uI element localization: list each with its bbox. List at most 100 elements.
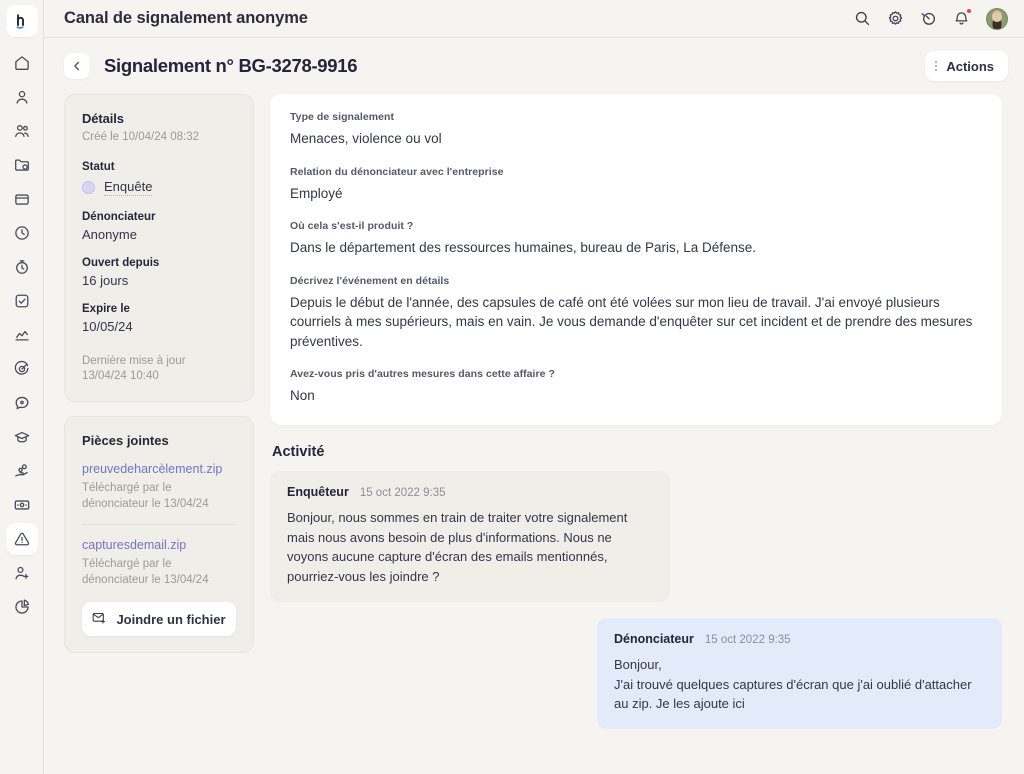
sidebar-item-home[interactable] [6,47,38,79]
detail-field-value: Anonyme [82,226,137,242]
report-field-value: Non [290,388,315,404]
sidebar-item-pie-chart[interactable] [6,591,38,623]
details-panel: Détails Créé le 10/04/24 08:32 Statut En… [64,94,254,402]
message-text: Bonjour, nous sommes en train de traiter… [287,509,628,585]
avatar[interactable] [986,7,1008,30]
sidebar-item-folder[interactable] [6,149,38,181]
details-column: Détails Créé le 10/04/24 08:32 Statut En… [64,94,254,654]
chart-line-icon [13,326,31,344]
sidebar-item-alert-triangle[interactable] [5,523,38,555]
sidebar-item-hand-coins[interactable] [6,455,38,487]
attachment-item: capturesdemail.zip Téléchargé par le dén… [82,523,236,600]
stopwatch-icon [13,258,31,276]
attach-file-button[interactable]: Joindre un fichier [82,602,236,637]
detail-field: Ouvert depuis 16 jours [82,257,236,288]
workspace-title: Canal de signalement anonyme [64,9,308,27]
sidebar-item-user-plus[interactable] [6,557,38,589]
sidebar-item-chart-line[interactable] [6,319,38,351]
hand-coins-icon [13,462,31,480]
report-field: Type de signalement Menaces, violence ou… [290,111,982,149]
back-button[interactable] [64,53,90,79]
details-created: Créé le 10/04/24 08:32 [82,131,200,143]
bell-icon[interactable] [953,8,972,27]
sidebar-item-checkbox[interactable] [6,285,38,317]
message-author: Enquêteur [287,484,349,499]
activity-message: Dénonciateur 15 oct 2022 9:35 Bonjour, J… [597,617,1002,730]
status-badge[interactable]: Enquête [82,179,236,196]
report-field-value: Employé [290,185,343,201]
page-title: Signalement n° BG-3278-9916 [104,55,358,76]
report-column: Type de signalement Menaces, violence ou… [270,94,1002,730]
message-text: Bonjour, J'ai trouvé quelques captures d… [614,656,972,712]
app-root: Canal de signalement anonyme Signalement… [0,0,1024,774]
detail-field: Dénonciateur Anonyme [82,211,236,242]
page-header: Signalement n° BG-3278-9916 Actions [44,38,1024,94]
report-field: Relation du dénonciateur avec l'entrepri… [290,166,982,204]
report-field-label: Avez-vous pris d'autres mesures dans cet… [290,368,555,381]
sidebar-item-target[interactable] [6,353,38,385]
primary-sidebar [0,0,44,774]
attachment-link[interactable]: capturesdemail.zip [82,537,236,553]
search-icon[interactable] [854,10,871,27]
sidebar-item-money[interactable] [6,489,38,521]
notification-badge [966,8,972,14]
attachment-meta: Téléchargé par le dénonciateur le 13/04/… [82,558,209,587]
activity-list: Enquêteur 15 oct 2022 9:35 Bonjour, nous… [270,470,1002,730]
detail-field-label: Statut [82,160,115,173]
sidebar-item-chat[interactable] [6,387,38,419]
target-icon [13,360,31,378]
gear-icon[interactable] [887,10,904,27]
sidebar-item-stopwatch[interactable] [6,251,38,283]
message-header: Dénonciateur 15 oct 2022 9:35 [614,632,985,646]
sidebar-item-briefcase[interactable] [6,183,38,215]
report-field: Avez-vous pris d'autres mesures dans cet… [290,368,982,406]
timer-icon[interactable] [920,10,937,27]
detail-field-value: 16 jours [82,272,129,288]
report-field-label: Où cela s'est-il produit ? [290,220,414,233]
detail-field-label: Ouvert depuis [82,256,160,269]
sidebar-item-list [5,47,38,625]
report-field-value: Depuis le début de l'année, des capsules… [290,294,973,349]
sidebar-item-clock[interactable] [6,217,38,249]
checkbox-icon [13,292,31,310]
detail-field-label: Expire le [82,302,130,315]
last-update-value: 13/04/24 10:40 [82,370,159,383]
detail-field-value: 10/05/24 [82,318,133,334]
detail-field: Statut Enquête [82,161,236,196]
activity-message: Enquêteur 15 oct 2022 9:35 Bonjour, nous… [270,470,670,602]
detail-field-label: Dénonciateur [82,210,156,223]
attachments-panel: Pièces jointes preuvedeharcèlement.zip T… [64,415,254,654]
actions-button[interactable]: Actions [925,51,1008,81]
sidebar-item-users[interactable] [6,115,38,147]
kebab-menu-icon [935,61,938,71]
sidebar-item-user[interactable] [6,81,38,113]
attachments-title: Pièces jointes [82,432,169,448]
report-card: Type de signalement Menaces, violence ou… [270,94,1002,425]
money-icon [13,496,31,514]
report-field: Où cela s'est-il produit ? Dans le dépar… [290,220,982,258]
message-author: Dénonciateur [614,631,694,646]
page-body: Détails Créé le 10/04/24 08:32 Statut En… [44,94,1024,774]
attach-file-button-label: Joindre un fichier [116,611,226,627]
status-label: Enquête [104,178,153,196]
graduation-cap-icon [13,428,31,446]
briefcase-icon [13,190,31,208]
attachment-meta: Téléchargé par le dénonciateur le 13/04/… [82,481,209,510]
report-field-value: Menaces, violence ou vol [290,131,442,146]
app-logo[interactable] [5,5,38,37]
status-dot-icon [82,180,95,194]
last-update-label: Dernière mise à jour [82,354,186,367]
message-time: 15 oct 2022 9:35 [359,486,446,499]
main-region: Canal de signalement anonyme Signalement… [44,0,1024,774]
top-bar: Canal de signalement anonyme [44,0,1024,38]
clock-icon [13,224,31,242]
last-update: Dernière mise à jour 13/04/24 10:40 [82,354,236,385]
details-fields: Statut Enquête Dénonciateur Anonyme Ouver… [82,161,236,334]
report-field-label: Décrivez l'événement en détails [290,274,450,287]
user-icon [13,88,31,106]
envelope-plus-icon [92,610,107,628]
attachment-link[interactable]: preuvedeharcèlement.zip [82,461,236,477]
sidebar-item-graduation-cap[interactable] [6,421,38,453]
report-field-label: Relation du dénonciateur avec l'entrepri… [290,165,504,178]
detail-field: Expire le 10/05/24 [82,303,236,334]
